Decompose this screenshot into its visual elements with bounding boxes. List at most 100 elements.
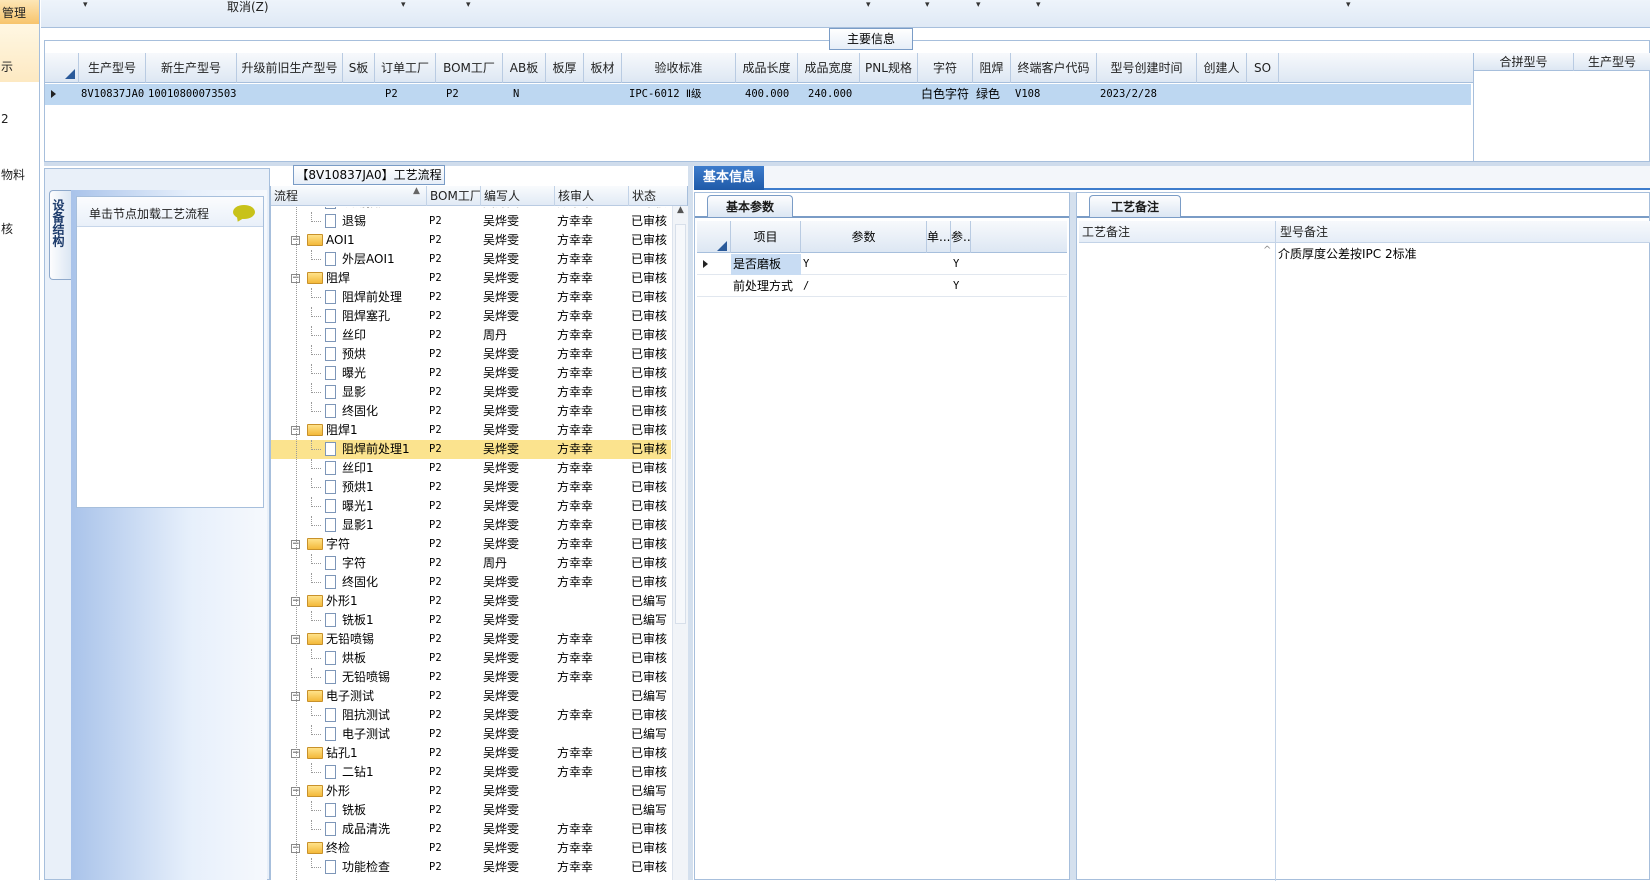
col-header-model-remark[interactable]: 型号备注 [1277, 221, 1647, 243]
tree-row[interactable]: 电子测试 P2 吴烨雯 已编写 [271, 725, 671, 744]
col-header[interactable]: 成品长度 [736, 53, 798, 83]
tree-row[interactable]: 阻焊前处理1 P2 吴烨雯 方幸幸 已审核 [271, 440, 671, 459]
cell-writer: 吴烨雯 [483, 309, 520, 323]
tree-row[interactable]: 成品清洗 P2 吴烨雯 方幸幸 已审核 [271, 820, 671, 839]
tree-row[interactable]: 铣板1 P2 吴烨雯 已编写 [271, 611, 671, 630]
tree-row[interactable]: − 字符 P2 吴烨雯 方幸幸 已审核 [271, 535, 671, 554]
tab-basic-info[interactable]: 基本信息 [694, 166, 764, 190]
table-row[interactable]: 前处理方式 / Y [697, 276, 1067, 297]
col-header[interactable]: 板材 [584, 53, 622, 83]
col-header-process-remark[interactable]: 工艺备注 [1079, 221, 1275, 243]
col-header[interactable]: 阻焊 [973, 53, 1011, 83]
tree-row[interactable]: 阻焊前处理 P2 吴烨雯 方幸幸 已审核 [271, 288, 671, 307]
col-header[interactable]: PNL规格 [860, 53, 918, 83]
tree-row[interactable]: 功能检查 P2 吴烨雯 方幸幸 已审核 [271, 858, 671, 877]
nav-item-1[interactable]: 示 [0, 58, 39, 78]
tree-row[interactable]: 铣板 P2 吴烨雯 已编写 [271, 801, 671, 820]
tree-row[interactable]: 二钻1 P2 吴烨雯 方幸幸 已审核 [271, 763, 671, 782]
nav-item-3[interactable]: 物料 [0, 166, 39, 186]
col-header[interactable]: 成品宽度 [798, 53, 860, 83]
tree-row[interactable]: − 外形 P2 吴烨雯 已编写 [271, 782, 671, 801]
tree-row[interactable]: − 终检 P2 吴烨雯 方幸幸 已审核 [271, 839, 671, 858]
dropdown-arrow-icon[interactable]: ▾ [976, 0, 981, 10]
nav-item-active[interactable]: 管理 [0, 0, 39, 24]
col-header-unit[interactable]: 单... [927, 221, 951, 253]
col-header[interactable]: 合拼型号 [1474, 53, 1574, 71]
tree-row[interactable]: − 无铅喷锡 P2 吴烨雯 方幸幸 已审核 [271, 630, 671, 649]
vertical-splitter[interactable] [688, 166, 693, 880]
tree-row[interactable]: 烘板 P2 吴烨雯 方幸幸 已审核 [271, 649, 671, 668]
side-hint-header[interactable]: 单击节点加载工艺流程 [77, 197, 263, 227]
col-header[interactable]: 新生产型号 [146, 53, 237, 83]
tree-row[interactable]: 字符 P2 周丹 方幸幸 已审核 [271, 554, 671, 573]
col-header[interactable]: SO [1247, 53, 1279, 83]
nav-item-4[interactable]: 核 [0, 220, 39, 240]
cell-writer: 吴烨雯 [483, 233, 520, 247]
tree-node-label: 曝光 [342, 366, 367, 380]
dropdown-arrow-icon[interactable]: ▾ [401, 0, 406, 10]
dropdown-arrow-icon[interactable]: ▾ [1346, 0, 1351, 10]
cell-reviewer: 方幸幸 [557, 556, 594, 570]
tab-device-structure[interactable]: 设备结构 [49, 190, 71, 280]
cancel-button[interactable]: 取消(Z) [227, 0, 269, 15]
tree-row[interactable]: 丝印1 P2 吴烨雯 方幸幸 已审核 [271, 459, 671, 478]
scroll-up-icon[interactable]: ▲ [677, 205, 684, 215]
tab-process-remarks[interactable]: 工艺备注 [1089, 195, 1181, 217]
dropdown-arrow-icon[interactable]: ▾ [466, 0, 471, 10]
tree-row[interactable]: 丝印 P2 周丹 方幸幸 已审核 [271, 326, 671, 345]
tree-row[interactable]: − 电子测试 P2 吴烨雯 已编写 [271, 687, 671, 706]
col-header-reviewer[interactable]: 核审人 [555, 186, 629, 206]
table-row[interactable]: 8V10837JA0 10010800073503 P2 P2 N IPC-60… [45, 84, 1471, 105]
col-header-param[interactable]: 参数 [801, 221, 927, 253]
col-header-flow[interactable]: 流程 [271, 186, 427, 206]
col-header[interactable]: 终端客户代码 [1011, 53, 1097, 83]
col-header[interactable]: 订单工厂 [375, 53, 436, 83]
tree-row[interactable]: 外层AOI1 P2 吴烨雯 方幸幸 已审核 [271, 250, 671, 269]
tree-row[interactable]: 预烘1 P2 吴烨雯 方幸幸 已审核 [271, 478, 671, 497]
tree-row[interactable]: 阻抗测试 P2 吴烨雯 方幸幸 已审核 [271, 706, 671, 725]
tree-row[interactable]: 预烘 P2 吴烨雯 方幸幸 已审核 [271, 345, 671, 364]
tree-row[interactable]: − AOI1 P2 吴烨雯 方幸幸 已审核 [271, 231, 671, 250]
col-header[interactable]: S板 [343, 53, 375, 83]
col-header[interactable]: 生产型号 [79, 53, 146, 83]
col-header-status[interactable]: 状态 [629, 186, 687, 206]
col-header[interactable]: 升级前旧生产型号 [237, 53, 343, 83]
cell-writer: 吴烨雯 [483, 841, 520, 855]
tree-row[interactable]: 无铅喷锡 P2 吴烨雯 方幸幸 已审核 [271, 668, 671, 687]
dropdown-arrow-icon[interactable]: ▾ [1036, 0, 1041, 10]
col-header[interactable]: BOM工厂 [436, 53, 503, 83]
scroll-thumb[interactable] [675, 224, 686, 624]
tree-row[interactable]: 终固化 P2 吴烨雯 方幸幸 已审核 [271, 573, 671, 592]
tree-row[interactable]: 终固化 P2 吴烨雯 方幸幸 已审核 [271, 402, 671, 421]
nav-item-2[interactable]: 2 [0, 112, 39, 132]
dropdown-arrow-icon[interactable]: ▾ [866, 0, 871, 10]
tree-row[interactable]: 曝光 P2 吴烨雯 方幸幸 已审核 [271, 364, 671, 383]
col-header[interactable]: AB板 [503, 53, 546, 83]
col-header[interactable]: 创建人 [1197, 53, 1247, 83]
tree-row[interactable]: 显影 P2 吴烨雯 方幸幸 已审核 [271, 383, 671, 402]
tree-row[interactable]: 显影1 P2 吴烨雯 方幸幸 已审核 [271, 516, 671, 535]
tree-row[interactable]: − 外形1 P2 吴烨雯 已编写 [271, 592, 671, 611]
col-header-bom[interactable]: BOM工厂 [427, 186, 481, 206]
col-header-writer[interactable]: 编写人 [481, 186, 555, 206]
model-remark-text[interactable]: 介质厚度公差按IPC 2标准 [1278, 245, 1417, 262]
dropdown-arrow-icon[interactable]: ▾ [925, 0, 930, 10]
tree-row[interactable]: − 阻焊1 P2 吴烨雯 方幸幸 已审核 [271, 421, 671, 440]
table-row[interactable]: 是否磨板 Y Y [697, 254, 1067, 275]
tree-scrollbar[interactable]: ▲ [672, 205, 688, 880]
tree-row[interactable]: − 钻孔1 P2 吴烨雯 方幸幸 已审核 [271, 744, 671, 763]
tree-row[interactable]: 退锡 P2 吴烨雯 方幸幸 已审核 [271, 212, 671, 231]
col-header[interactable]: 板厚 [546, 53, 584, 83]
col-header-item[interactable]: 项目 [731, 221, 801, 253]
col-header[interactable]: 生产型号 [1574, 53, 1650, 71]
col-header[interactable]: 验收标准 [622, 53, 736, 83]
cell-reviewer: 方幸幸 [557, 518, 594, 532]
col-header-flag[interactable]: 参... [951, 221, 971, 253]
tree-row[interactable]: 曝光1 P2 吴烨雯 方幸幸 已审核 [271, 497, 671, 516]
tree-row[interactable]: 阻焊塞孔 P2 吴烨雯 方幸幸 已审核 [271, 307, 671, 326]
col-header[interactable]: 字符 [918, 53, 973, 83]
tab-basic-params[interactable]: 基本参数 [707, 195, 793, 217]
tree-row[interactable]: − 阻焊 P2 吴烨雯 方幸幸 已审核 [271, 269, 671, 288]
dropdown-arrow-icon[interactable]: ▾ [83, 0, 88, 10]
col-header[interactable]: 型号创建时间 [1097, 53, 1197, 83]
